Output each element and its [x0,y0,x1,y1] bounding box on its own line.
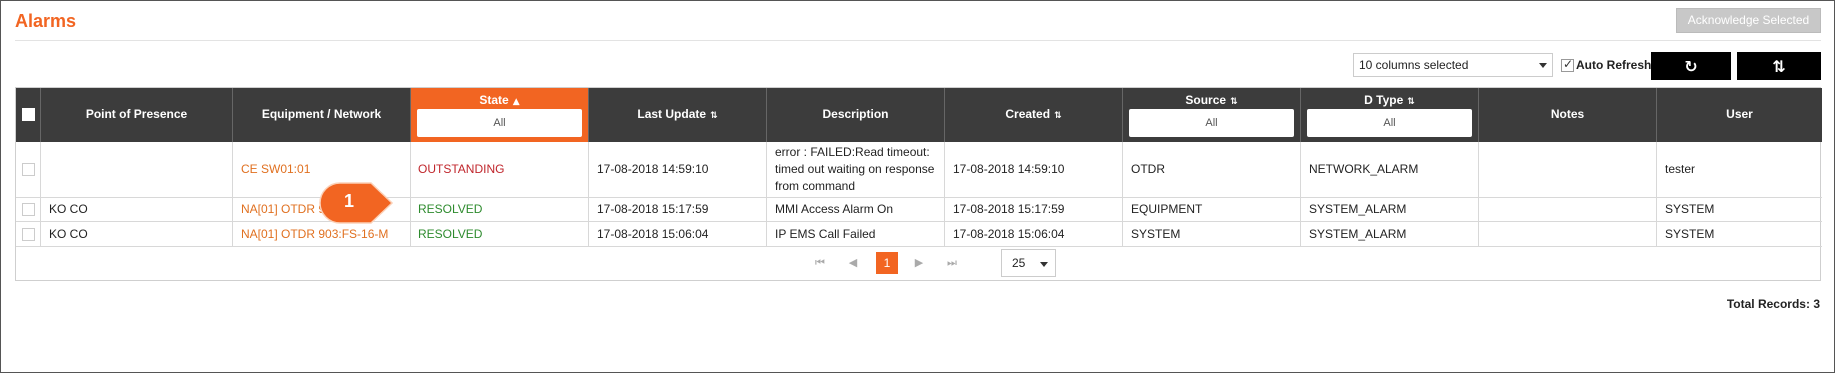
col-header-label: State [479,93,509,107]
d-type-cell: NETWORK_ALARM [1301,142,1479,197]
chevron-down-icon [1040,262,1048,267]
total-records: Total Records: 3 [1726,297,1820,311]
select-all-checkbox[interactable] [22,108,35,121]
alarms-table: Point of Presence Equipment / Network St… [15,87,1822,281]
description-cell: error : FAILED:Read timeout: timed out w… [767,142,945,197]
col-header-point-of-presence: Point of Presence [41,88,233,142]
sort-icon[interactable]: ⇅ [710,111,718,121]
last-update-cell: 17-08-2018 15:06:04 [589,222,767,246]
refresh-button[interactable]: ↻ [1651,52,1731,80]
columns-select[interactable]: 10 columns selected [1353,53,1553,77]
equipment-link[interactable]: NA[01] OTDR 903:FS-16-M [233,222,411,246]
d-type-filter[interactable]: All [1307,109,1472,137]
last-update-cell: 17-08-2018 15:17:59 [589,198,767,221]
auto-refresh-label: Auto Refresh [1576,58,1652,72]
page-size-select[interactable]: 25 [1001,249,1056,277]
source-cell: EQUIPMENT [1123,198,1301,221]
description-cell: MMI Access Alarm On [767,198,945,221]
col-header-label: User [1726,107,1753,121]
table-row[interactable]: KO CO NA[01] OTDR 903:FS-16-M RESOLVED 1… [16,222,1822,247]
col-header-label: Equipment / Network [261,107,382,121]
row-checkbox[interactable] [21,203,35,216]
state-cell: RESOLVED [411,198,589,221]
source-cell: OTDR [1123,142,1301,197]
sort-toggle-button[interactable]: ⇅ [1737,52,1821,80]
first-page-icon[interactable]: ⏮ [809,252,831,274]
col-header-source[interactable]: Source ⇅ All [1123,88,1301,142]
d-type-cell: SYSTEM_ALARM [1301,198,1479,221]
sort-toggle-icon: ⇅ [1772,56,1786,76]
col-header-label: Point of Presence [85,107,188,121]
callout-number: 1 [343,191,354,211]
notes-cell [1479,142,1657,197]
col-header-label: Last Update [637,107,707,121]
col-header-label: Description [822,107,889,121]
title-divider [15,40,1821,41]
col-header-description: Description [767,88,945,142]
col-header-last-update[interactable]: Last Update ⇅ [589,88,767,142]
pagination: ⏮ ◀ 1 ▶ ⏭ 25 [16,247,1822,280]
page-title: Alarms [15,11,77,31]
col-header-equipment: Equipment / Network [233,88,411,142]
alarms-panel: Alarms Acknowledge Selected 10 columns s… [0,0,1835,373]
col-header-label: D Type [1364,93,1404,107]
user-cell: SYSTEM [1665,202,1715,216]
row-checkbox[interactable] [21,163,35,176]
user-cell: SYSTEM [1665,226,1715,241]
page-number-current[interactable]: 1 [876,252,898,274]
sort-icon[interactable]: ⇅ [1054,111,1062,121]
next-page-icon[interactable]: ▶ [908,252,930,274]
page-size-value: 25 [1012,256,1026,270]
auto-refresh-toggle[interactable]: Auto Refresh [1561,57,1652,72]
d-type-cell: SYSTEM_ALARM [1301,222,1479,246]
sort-icon[interactable]: ⇅ [1230,97,1238,107]
notes-cell [1479,222,1657,246]
col-header-created[interactable]: Created ⇅ [945,88,1123,142]
sort-asc-icon[interactable]: ▲ [513,97,520,107]
last-update-cell: 17-08-2018 14:59:10 [589,142,767,197]
auto-refresh-checkbox[interactable] [1561,57,1574,72]
table-row[interactable]: KO CO NA[01] OTDR 903 RESOLVED 17-08-201… [16,198,1822,222]
created-cell: 17-08-2018 14:59:10 [945,142,1123,197]
chevron-down-icon [1539,63,1547,68]
columns-select-value: 10 columns selected [1359,58,1469,72]
source-filter[interactable]: All [1129,109,1294,137]
created-cell: 17-08-2018 15:17:59 [945,198,1123,221]
col-header-label: Notes [1550,107,1585,121]
col-header-label: Source [1185,93,1227,107]
row-select-cell [16,142,41,197]
acknowledge-selected-button[interactable]: Acknowledge Selected [1676,8,1821,33]
previous-page-icon[interactable]: ◀ [842,252,864,274]
row-select-cell [16,198,41,221]
col-header-user: User [1657,88,1822,142]
pop-cell: KO CO [41,222,233,246]
row-select-cell [16,222,41,246]
pop-cell: KO CO [41,198,233,221]
last-page-icon[interactable]: ⏭ [941,252,963,274]
sort-icon[interactable]: ⇅ [1407,97,1415,107]
refresh-icon: ↻ [1684,56,1698,76]
col-header-notes: Notes [1479,88,1657,142]
notes-cell [1479,198,1657,221]
col-header-d-type[interactable]: D Type ⇅ All [1301,88,1479,142]
header-select-all [16,88,41,142]
state-cell: RESOLVED [411,222,589,246]
user-cell: tester [1665,162,1696,176]
row-checkbox[interactable] [21,227,35,241]
state-filter[interactable]: All [417,109,582,137]
col-header-state[interactable]: State ▲ All [411,88,589,142]
source-cell: SYSTEM [1123,222,1301,246]
table-row[interactable]: CE SW01:01 OUTSTANDING 17-08-2018 14:59:… [16,142,1822,198]
col-header-label: Created [1005,107,1051,121]
pop-cell [41,142,233,197]
created-cell: 17-08-2018 15:06:04 [945,222,1123,246]
state-cell: OUTSTANDING [411,142,589,197]
description-cell: IP EMS Call Failed [767,222,945,246]
